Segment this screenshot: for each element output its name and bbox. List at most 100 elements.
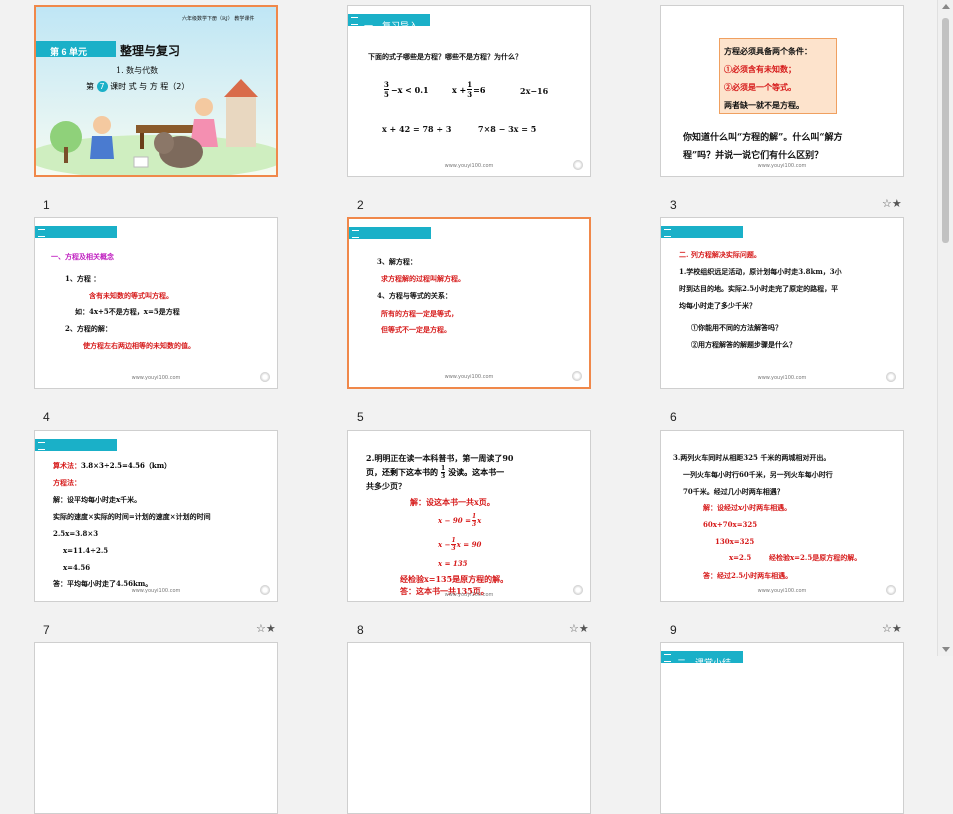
slide-number-4: 4: [43, 410, 50, 424]
slide-number-1: 1: [43, 198, 50, 212]
animation-star-icon[interactable]: ☆★: [882, 622, 902, 635]
unit-title: 整理与复习: [120, 44, 181, 58]
slide-thumbnail-8[interactable]: 2.明明正在读一本科普书，第一周读了90 页，还剩下这本书的 1 3 没读。这本…: [347, 430, 591, 602]
unit-label: 第 6 单元: [50, 47, 88, 57]
lesson-number-badge: 7: [96, 81, 108, 92]
text-line: 3、解方程：: [377, 257, 417, 266]
eq-part: x = 90: [456, 540, 482, 549]
text-line: 经检验x=135是原方程的解。: [400, 574, 509, 584]
slide-thumbnail-6[interactable]: 二. 列方程解决实际问题。 1.学校组织远足活动，原计划每小时走3.8km，3小…: [660, 217, 904, 389]
expr-5: 7×8 − 3x = 5: [478, 124, 537, 134]
text-line: 共多少页？: [366, 481, 406, 491]
slide-number-7: 7: [43, 623, 50, 637]
box-line: 两者缺一就不是方程。: [724, 100, 804, 110]
expr-1: 3 5 − x < 0.1: [384, 80, 429, 99]
text-line: 实际的速度×实际的时间=计划的速度×计划的时间: [53, 512, 211, 521]
text-line: 1.学校组织远足活动，原计划每小时走3.8km，3小: [679, 267, 842, 276]
scroll-down-arrow-icon[interactable]: [942, 647, 950, 652]
lesson-suffix: 课时 式 与 方 程（2）: [110, 82, 190, 91]
expr-1-rest: x < 0.1: [397, 84, 429, 95]
text-part: 没读。这本书一: [448, 467, 505, 477]
slide-thumbnail-1[interactable]: 六年级数学下册（RJ） 教学课件 第 6 单元 整理与复习 1. 数与代数 第 …: [34, 5, 278, 177]
slide-thumbnail-9[interactable]: 3.两列火车同时从相距325 千米的两城相对开出。 一列火车每小时行60千米，另…: [660, 430, 904, 602]
slide-thumbnail-12[interactable]: 二、课堂小结: [660, 642, 904, 814]
box-line: ①必须含有未知数；: [724, 64, 796, 74]
question-line-1: 你知道什么叫“方程的解”。什么叫“解方: [683, 133, 843, 143]
frac-denominator: 3: [441, 472, 446, 480]
text-line: ②用方程解答的解题步骤是什么？: [691, 340, 796, 349]
text-line: x=2.5: [729, 553, 752, 562]
text-part: 页，还剩下这本书的: [366, 467, 438, 477]
text-line: 页，还剩下这本书的 1 3 没读。这本书一: [366, 465, 504, 480]
text-line: 3.两列火车同时从相距325 千米的两城相对开出。: [673, 453, 831, 462]
text-line: 如：4x+5不是方程，x=5是方程: [75, 307, 180, 316]
text-line: 但等式不一定是方程。: [381, 325, 451, 334]
text-line: 求方程解的过程叫解方程。: [381, 274, 465, 283]
section-title: 1. 数与代数: [116, 66, 159, 75]
scroll-up-arrow-icon[interactable]: [942, 4, 950, 9]
text-line: 一、方程及相关概念: [51, 252, 114, 261]
text-line: 均每小时走了多少千米？: [679, 301, 756, 310]
lesson-prefix: 第: [86, 82, 94, 91]
slide-sorter-grid: 六年级数学下册（RJ） 教学课件 第 6 单元 整理与复习 1. 数与代数 第 …: [0, 0, 938, 814]
condition-box: 方程必须具备两个条件： ①必须含有未知数； ②必须是一个等式。 两者缺一就不是方…: [719, 38, 837, 114]
eq-part: x −: [438, 540, 451, 549]
footer-url: www.youyi100.com: [757, 163, 807, 169]
text-line: 2、方程的解：: [65, 324, 112, 333]
text-line: 70千米。经过几小时两车相遇？: [683, 487, 784, 496]
corner-swirl-icon: [886, 372, 896, 382]
text-line: 2.5x=3.8×3: [53, 529, 99, 538]
slide-thumbnail-4[interactable]: 一、方程及相关概念 1、方程 ： 含有未知数的等式叫方程。 如：4x+5不是方程…: [34, 217, 278, 389]
vertical-scrollbar[interactable]: [937, 0, 953, 656]
text-line: x=11.4÷2.5: [63, 546, 109, 555]
slide-thumbnail-10[interactable]: [34, 642, 278, 814]
slide-thumbnail-5[interactable]: 3、解方程： 求方程解的过程叫解方程。 4、方程与等式的关系： 所有的方程一定是…: [347, 217, 591, 389]
slide-number-6: 6: [670, 410, 677, 424]
text-line: 含有未知数的等式叫方程。: [89, 291, 173, 300]
corner-swirl-icon: [260, 372, 270, 382]
expr-3: 2x−16: [520, 86, 549, 96]
animation-star-icon[interactable]: ☆★: [882, 197, 902, 210]
slide-number-2: 2: [357, 198, 364, 212]
frac-denominator: 3: [467, 89, 473, 99]
section-bar: [35, 439, 117, 451]
animation-star-icon[interactable]: ☆★: [256, 622, 276, 635]
label: 算术法：: [53, 461, 81, 470]
footer-url: www.youyi100.com: [131, 375, 181, 381]
footer-url: www.youyi100.com: [757, 375, 807, 381]
expr-2-right: =6: [473, 84, 486, 95]
text-line: x=4.56: [63, 563, 91, 572]
section-bar: 一、复习导入: [348, 14, 430, 31]
slide-number-8: 8: [357, 623, 364, 637]
frac-numerator: 1: [471, 513, 477, 520]
slide-thumbnail-11[interactable]: [347, 642, 591, 814]
text-line: ①你能用不同的方法解答吗？: [691, 323, 782, 332]
frac-denominator: 3: [471, 520, 477, 528]
expr-2: x + 1 3 =6: [452, 80, 485, 99]
frac-numerator: 1: [451, 537, 456, 544]
corner-swirl-icon: [573, 585, 583, 595]
text-line: 60x+70x=325: [703, 520, 758, 529]
footer-url: www.youyi100.com: [444, 163, 494, 169]
text-line: 算术法：3.8×3÷2.5=4.56（km）: [53, 461, 171, 471]
scrollbar-thumb[interactable]: [942, 18, 949, 243]
text-line: 2.明明正在读一本科普书，第一周读了90: [366, 453, 514, 463]
footer-url: www.youyi100.com: [131, 588, 181, 594]
box-line: ②必须是一个等式。: [724, 82, 796, 92]
corner-swirl-icon: [573, 160, 583, 170]
animation-star-icon[interactable]: ☆★: [569, 622, 589, 635]
text-line: 二. 列方程解决实际问题。: [679, 250, 761, 259]
slide-thumbnail-3[interactable]: 方程必须具备两个条件： ①必须含有未知数； ②必须是一个等式。 两者缺一就不是方…: [660, 5, 904, 177]
slide-thumbnail-2[interactable]: 一、复习导入 下面的式子哪些是方程？哪些不是方程？为什么？ 3 5 − x < …: [347, 5, 591, 177]
slide-number-9: 9: [670, 623, 677, 637]
expr-4: x + 42 = 78 ÷ 3: [382, 124, 452, 134]
slide-thumbnail-7[interactable]: 算术法：3.8×3÷2.5=4.56（km） 方程法： 解：设平均每小时走x千米…: [34, 430, 278, 602]
frac-denominator: 5: [384, 89, 389, 99]
box-line: 方程必须具备两个条件：: [724, 46, 812, 56]
text-line: 所有的方程一定是等式，: [381, 309, 458, 318]
corner-swirl-icon: [572, 371, 582, 381]
section-bar: [661, 226, 743, 238]
lesson-title: 第 7 课时 式 与 方 程（2）: [86, 81, 189, 92]
footer-url: www.youyi100.com: [757, 588, 807, 594]
frac-numerator: 3: [384, 80, 389, 89]
